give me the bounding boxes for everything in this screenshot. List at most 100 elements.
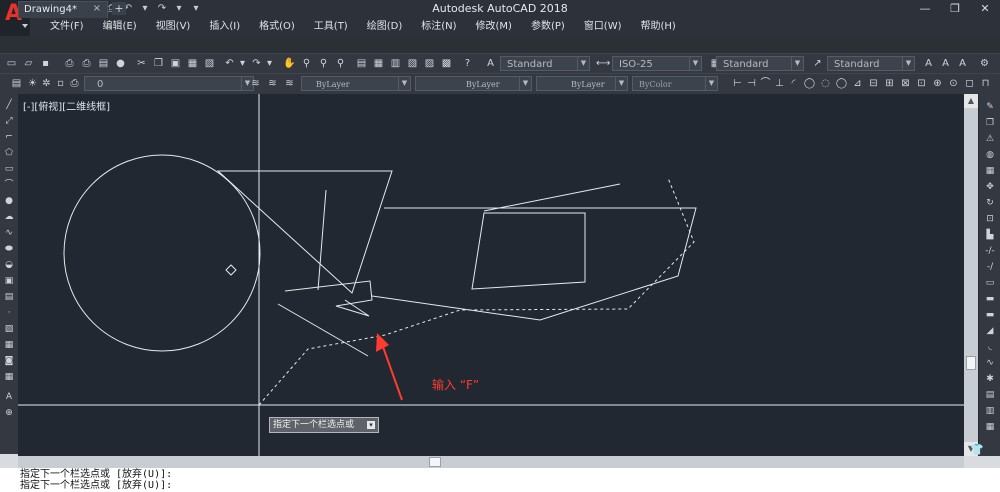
scale-icon[interactable]: ⊡ bbox=[984, 214, 996, 225]
drawn-polyline-large[interactable] bbox=[371, 207, 697, 321]
fillet-icon[interactable]: ◟ bbox=[984, 342, 996, 353]
chamfer-icon[interactable]: ◢ bbox=[984, 326, 996, 337]
sheet-set-icon[interactable]: ▧ bbox=[406, 57, 419, 70]
dimension-style-select[interactable]: ISO-25 ▼ bbox=[612, 56, 702, 71]
menu-draw[interactable]: 绘图(D) bbox=[357, 18, 412, 36]
3d-print-icon[interactable]: ● bbox=[114, 57, 127, 70]
blend-curves-icon[interactable]: ∿ bbox=[984, 358, 996, 369]
customize-qat-icon[interactable]: ▾ bbox=[189, 2, 203, 15]
layer-state-icon[interactable]: ≋ bbox=[283, 77, 296, 90]
layer-previous-icon[interactable]: ≋ bbox=[266, 77, 279, 90]
horizontal-scrollbar[interactable] bbox=[18, 456, 964, 468]
drawn-circle[interactable] bbox=[63, 154, 261, 352]
construction-line-icon[interactable]: ⤢ bbox=[3, 116, 15, 127]
command-line[interactable]: 指定下一个栏选点或 [放弃(U)]: 指定下一个栏选点或 [放弃(U)]: bbox=[0, 468, 1000, 492]
table-icon[interactable]: ▦ bbox=[3, 372, 15, 383]
print-icon[interactable]: ⎙ bbox=[68, 77, 81, 90]
markup-icon[interactable]: ▨ bbox=[423, 57, 436, 70]
rectangle-icon[interactable]: ▭ bbox=[3, 164, 15, 175]
erase-icon[interactable]: ✎ bbox=[984, 102, 996, 113]
match-properties-icon[interactable]: ▦ bbox=[186, 57, 199, 70]
tshirt-icon[interactable]: 👕 bbox=[970, 444, 984, 456]
center-mark-icon[interactable]: ⊙ bbox=[947, 77, 960, 90]
zoom-previous-icon[interactable]: ⚲ bbox=[334, 57, 347, 70]
join-icon[interactable]: ▬ bbox=[984, 310, 996, 321]
new-tab-button[interactable]: + bbox=[112, 2, 126, 15]
scroll-up-icon[interactable]: ▲ bbox=[964, 94, 978, 108]
hatch-icon[interactable]: ▨ bbox=[3, 324, 15, 335]
spline-icon[interactable]: ∿ bbox=[3, 228, 15, 239]
help-icon[interactable]: ? bbox=[461, 57, 474, 70]
annotation-visibility-icon[interactable]: A bbox=[939, 57, 952, 70]
properties-icon[interactable]: ▤ bbox=[355, 57, 368, 70]
inspection-icon[interactable]: ◻ bbox=[963, 77, 976, 90]
jogged-dimension-icon[interactable]: ◯ bbox=[803, 77, 816, 90]
redo-icon[interactable]: ↷ bbox=[250, 57, 263, 70]
drawn-polyline-triangle[interactable] bbox=[216, 170, 393, 294]
insert-block-icon[interactable]: ▣ bbox=[3, 276, 15, 287]
lineweight-select[interactable]: ByLayer ▼ bbox=[536, 76, 628, 91]
text-style-select[interactable]: Standard ▼ bbox=[500, 56, 590, 71]
menu-modify[interactable]: 修改(M) bbox=[466, 18, 521, 36]
dimension-style-icon[interactable]: ⟷ bbox=[596, 57, 610, 70]
line-icon[interactable]: ╱ bbox=[3, 100, 15, 111]
ordinate-dimension-icon[interactable]: ⊥ bbox=[773, 77, 786, 90]
gradient-icon[interactable]: ▦ bbox=[3, 340, 15, 351]
copy-icon[interactable]: ❐ bbox=[152, 57, 165, 70]
restore-button[interactable]: ❐ bbox=[940, 0, 970, 18]
menu-edit[interactable]: 编辑(E) bbox=[93, 18, 146, 36]
radius-dimension-icon[interactable]: ◜ bbox=[787, 77, 800, 90]
align-icon[interactable]: ▥ bbox=[984, 406, 996, 417]
stretch-icon[interactable]: ▙ bbox=[984, 230, 996, 241]
multileader-style-select[interactable]: Standard ▼ bbox=[827, 56, 915, 71]
redo-dropdown-icon[interactable]: ▾ bbox=[172, 2, 186, 15]
menu-insert[interactable]: 插入(I) bbox=[199, 18, 249, 36]
rotate-icon[interactable]: ↻ bbox=[984, 198, 996, 209]
menu-format[interactable]: 格式(O) bbox=[249, 18, 304, 36]
close-button[interactable]: ✕ bbox=[970, 0, 1000, 18]
text-edit-icon[interactable]: ▦ bbox=[984, 422, 996, 433]
trim-icon[interactable]: -/- bbox=[984, 246, 996, 257]
polyline-icon[interactable]: ⌐ bbox=[3, 132, 15, 143]
redo-icon[interactable]: ↷ bbox=[155, 2, 169, 15]
cut-icon[interactable]: ✂ bbox=[135, 57, 148, 70]
tool-palettes-icon[interactable]: ▥ bbox=[389, 57, 402, 70]
angular-dimension-icon[interactable]: ◯ bbox=[835, 77, 848, 90]
save-icon[interactable]: ▪ bbox=[39, 57, 52, 70]
sun-icon[interactable]: ✲ bbox=[40, 77, 53, 90]
arc-icon[interactable]: ⌒ bbox=[3, 180, 15, 191]
tab-drawing4[interactable]: Drawing4* × bbox=[18, 1, 108, 18]
drawn-polyline-spike[interactable] bbox=[284, 280, 373, 317]
menu-view[interactable]: 视图(V) bbox=[146, 18, 200, 36]
baseline-dimension-icon[interactable]: ⊟ bbox=[867, 77, 880, 90]
move-icon[interactable]: ✥ bbox=[984, 182, 996, 193]
break-at-point-icon[interactable]: ▭ bbox=[984, 278, 996, 289]
tolerance-icon[interactable]: ⊕ bbox=[931, 77, 944, 90]
explode-icon[interactable]: ✱ bbox=[984, 374, 996, 385]
make-current-layer-icon[interactable]: ≋ bbox=[249, 77, 262, 90]
layer-select[interactable]: 0 ▼ bbox=[84, 76, 254, 91]
point-icon[interactable]: · bbox=[3, 308, 15, 319]
menu-help[interactable]: 帮助(H) bbox=[631, 18, 685, 36]
lightbulb-icon[interactable]: ☀ bbox=[26, 77, 39, 90]
lock-icon[interactable]: ▫ bbox=[54, 77, 67, 90]
publish-icon[interactable]: ▤ bbox=[97, 57, 110, 70]
undo-icon[interactable]: ↶ bbox=[223, 57, 236, 70]
down-arrow-icon[interactable]: ▾ bbox=[367, 421, 375, 429]
extend-icon[interactable]: -/ bbox=[984, 262, 996, 273]
multiline-text-icon[interactable]: A bbox=[3, 392, 15, 403]
calculator-icon[interactable]: ▩ bbox=[440, 57, 453, 70]
menu-file[interactable]: 文件(F) bbox=[40, 18, 93, 36]
circle-center-grip[interactable] bbox=[225, 264, 237, 276]
drawn-quadrilateral[interactable] bbox=[471, 212, 586, 290]
undo-dropdown-icon[interactable]: ▾ bbox=[138, 2, 152, 15]
revision-cloud-icon[interactable]: ☁ bbox=[3, 212, 15, 223]
redo-dropdown-icon[interactable]: ▾ bbox=[263, 57, 276, 70]
close-tab-icon[interactable]: × bbox=[93, 3, 101, 14]
aligned-dimension-icon[interactable]: ⊣ bbox=[745, 77, 758, 90]
menu-parametric[interactable]: 参数(P) bbox=[521, 18, 574, 36]
print-preview-icon[interactable]: ⎙ bbox=[80, 57, 93, 70]
linetype-select[interactable]: ByLayer ▼ bbox=[415, 76, 532, 91]
menu-dimension[interactable]: 标注(N) bbox=[411, 18, 465, 36]
viewport-controls-label[interactable]: [-][俯视][二维线框] bbox=[23, 98, 110, 113]
